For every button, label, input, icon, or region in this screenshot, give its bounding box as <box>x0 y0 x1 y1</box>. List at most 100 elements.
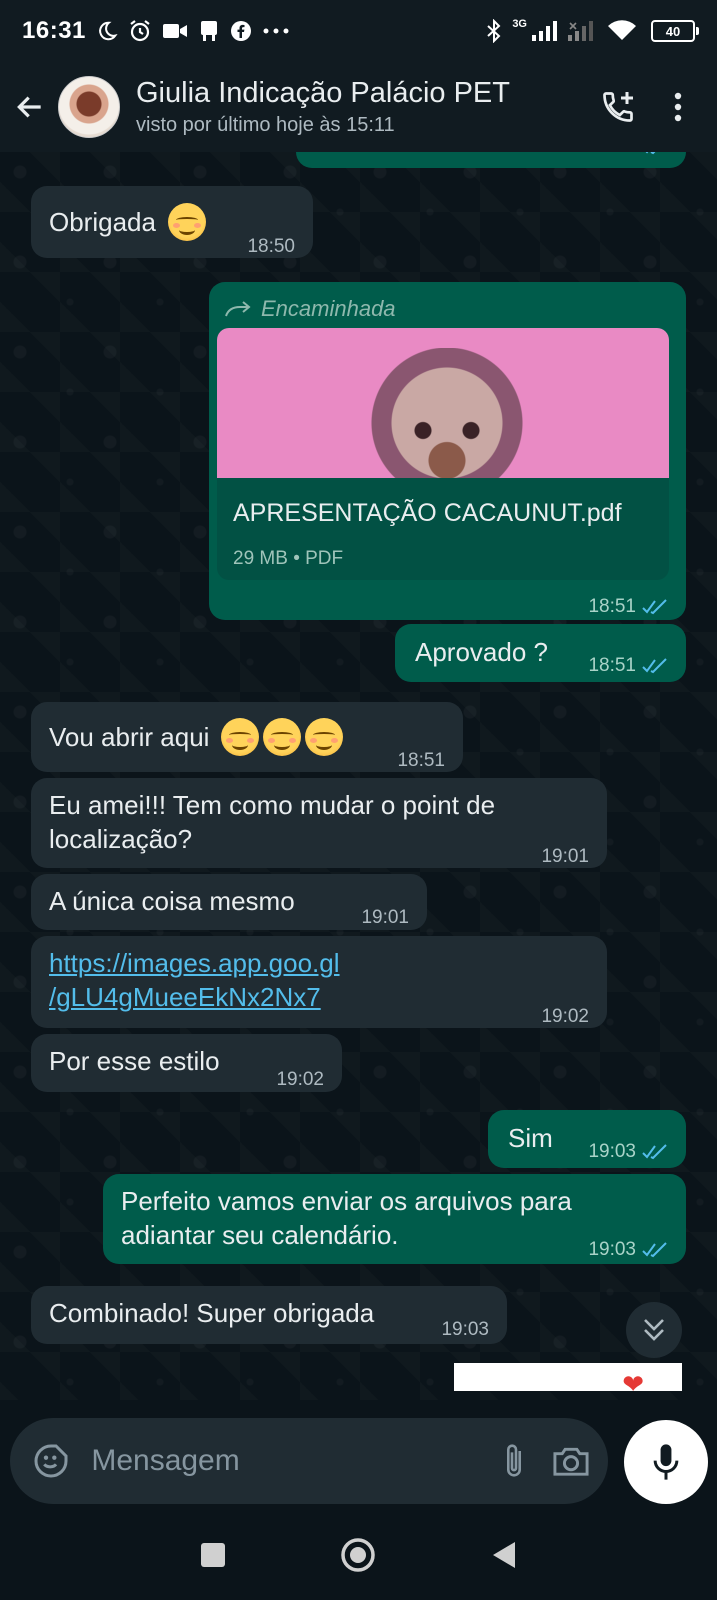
read-ticks-icon <box>642 658 668 674</box>
partial-image-message[interactable]: ❤ <box>454 1363 682 1391</box>
paperclip-icon <box>506 1444 521 1477</box>
video-camera-icon <box>162 21 188 41</box>
message-time: 18:50 <box>247 236 295 257</box>
status-bar: 16:31 3G 40 <box>0 0 717 62</box>
signal-weak-icon <box>567 20 597 42</box>
forwarded-document-message[interactable]: Encaminhada APRESENTAÇÃO CACAUNUT.pdf 29… <box>209 282 686 620</box>
message-text: Obrigada <box>49 207 156 237</box>
home-circle-icon <box>341 1538 376 1572</box>
signal-icon <box>531 20 557 42</box>
battery-icon: 40 <box>651 20 699 42</box>
more-options-button[interactable] <box>653 82 703 132</box>
message-time: 19:01 <box>361 907 409 928</box>
message-link[interactable]: https://images.app.goo.gl /gLU4gMueeEkNx… <box>49 946 340 1014</box>
message-text: Perfeito vamos enviar os arquivos para a… <box>121 1186 572 1250</box>
forward-arrow-icon <box>225 301 251 317</box>
sticker-smiley-icon <box>34 1444 68 1478</box>
bluetooth-icon <box>486 19 502 43</box>
microphone-icon <box>653 1444 679 1480</box>
moon-icon <box>96 20 118 42</box>
message-text: Por esse estilo <box>49 1046 220 1076</box>
message-bubble[interactable]: https://images.app.goo.gl /gLU4gMueeEkNx… <box>31 936 607 1028</box>
voice-message-button[interactable] <box>624 1420 708 1504</box>
camera-icon <box>553 1447 589 1476</box>
scroll-to-bottom-button[interactable] <box>626 1302 682 1358</box>
back-button[interactable] <box>12 89 48 125</box>
message-bubble[interactable]: Por esse estilo 19:02 <box>31 1034 342 1092</box>
arrow-back-icon <box>17 96 41 118</box>
message-input[interactable] <box>89 1443 480 1479</box>
contact-last-seen: visto por último hoje às 15:11 <box>136 114 395 136</box>
message-time: 18:51 <box>397 750 445 771</box>
triangle-back-icon <box>493 1542 516 1568</box>
smiling-blush-emoji <box>305 718 344 756</box>
message-time: 19:03 <box>441 1319 489 1340</box>
read-ticks-icon <box>642 1242 668 1258</box>
message-text: Aprovado ? <box>415 637 548 667</box>
print-icon <box>198 20 220 42</box>
home-button[interactable] <box>330 1527 386 1583</box>
network-type-label: 3G <box>512 18 527 30</box>
heart-emoji: ❤ <box>622 1369 644 1391</box>
message-time: 18:51 <box>588 649 668 683</box>
battery-level: 40 <box>665 23 681 39</box>
message-text: A única coisa mesmo <box>49 886 295 916</box>
message-time: 19:01 <box>541 846 589 867</box>
document-file-name: APRESENTAÇÃO CACAUNUT.pdf <box>233 499 622 527</box>
message-bubble[interactable]: 17:58 <box>296 152 686 168</box>
system-navigation-bar <box>0 1510 717 1600</box>
back-nav-button[interactable] <box>476 1527 532 1583</box>
emoji-group <box>221 718 347 756</box>
status-time: 16:31 <box>22 17 86 44</box>
message-time: 19:02 <box>276 1069 324 1090</box>
camera-button[interactable] <box>549 1438 594 1484</box>
message-time: 19:02 <box>541 1006 589 1027</box>
message-bubble[interactable]: Obrigada 18:50 <box>31 186 313 258</box>
message-bubble[interactable]: Eu amei!!! Tem como mudar o point de loc… <box>31 778 607 868</box>
read-ticks-icon <box>642 599 668 615</box>
read-ticks-icon <box>642 152 668 155</box>
more-vert-icon <box>674 92 682 122</box>
message-text: Sim <box>508 1123 553 1153</box>
square-icon <box>200 1543 225 1567</box>
add-call-button[interactable] <box>593 82 643 132</box>
message-time: 19:03 <box>588 1135 668 1169</box>
contact-info[interactable]: Giulia Indicação Palácio PET visto por ú… <box>136 76 583 138</box>
message-time: 19:03 <box>588 1233 668 1267</box>
status-left: 16:31 <box>22 17 290 45</box>
smiling-blush-emoji <box>263 718 302 756</box>
status-right: 3G 40 <box>486 18 699 43</box>
message-text: Combinado! Super obrigada <box>49 1298 375 1328</box>
document-attachment[interactable]: APRESENTAÇÃO CACAUNUT.pdf 29 MB • PDF <box>217 328 669 580</box>
document-file-meta: 29 MB • PDF <box>233 548 344 569</box>
message-bubble[interactable]: A única coisa mesmo 19:01 <box>31 874 427 930</box>
contact-avatar[interactable] <box>58 76 120 138</box>
message-bubble[interactable]: Combinado! Super obrigada 19:03 <box>31 1286 507 1344</box>
chat-messages-area[interactable]: 17:58 Obrigada 18:50 Encaminhada APRESEN… <box>0 152 717 1400</box>
document-preview-image <box>217 328 669 478</box>
message-bubble[interactable]: Vou abrir aqui 18:51 <box>31 702 463 772</box>
message-bubble[interactable]: Perfeito vamos enviar os arquivos para a… <box>103 1174 686 1264</box>
message-text: Vou abrir aqui <box>49 722 210 752</box>
recents-button[interactable] <box>185 1527 241 1583</box>
wifi-icon <box>607 20 637 42</box>
smiling-blush-emoji <box>221 718 260 756</box>
add-call-icon <box>603 92 633 122</box>
dog-preview-thumbnail <box>367 348 527 478</box>
alarm-icon <box>128 19 152 43</box>
message-bubble[interactable]: Aprovado ? 18:51 <box>395 624 686 682</box>
message-bubble[interactable]: Sim 19:03 <box>488 1110 686 1168</box>
emoji-button[interactable] <box>28 1438 73 1484</box>
double-chevron-down-icon <box>644 1319 664 1341</box>
read-ticks-icon <box>642 1144 668 1160</box>
contact-name: Giulia Indicação Palácio PET <box>136 77 510 109</box>
smiling-blush-emoji <box>167 203 206 241</box>
message-text: Eu amei!!! Tem como mudar o point de loc… <box>49 790 496 854</box>
more-notifications-icon <box>262 26 290 36</box>
attach-button[interactable] <box>491 1438 536 1484</box>
message-composer <box>10 1418 608 1504</box>
message-time: 18:51 <box>588 590 668 624</box>
chat-header: Giulia Indicação Palácio PET visto por ú… <box>0 62 717 152</box>
facebook-icon <box>230 20 252 42</box>
forwarded-label: Encaminhada <box>225 292 396 326</box>
